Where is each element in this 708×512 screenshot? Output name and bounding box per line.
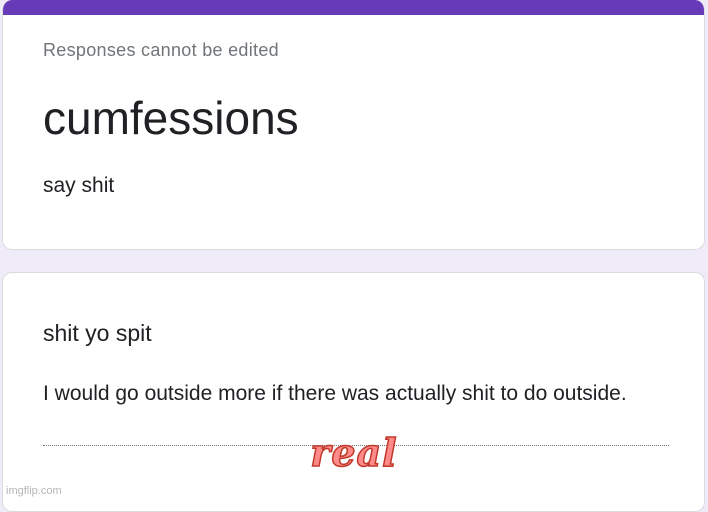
theme-accent-bar	[3, 0, 704, 15]
answer-field[interactable]: I would go outside more if there was act…	[43, 379, 669, 413]
question-card: shit yo spit I would go outside more if …	[2, 272, 705, 512]
page: { "form": { "notice": "Responses cannot …	[0, 0, 708, 512]
form-description: say shit	[43, 174, 115, 197]
answer-underline	[43, 445, 669, 446]
responses-notice: Responses cannot be edited	[43, 40, 279, 60]
form-header-card: Responses cannot be edited cumfessions s…	[2, 0, 705, 250]
form-title: cumfessions	[43, 92, 299, 144]
imgflip-watermark: imgflip.com	[6, 485, 62, 497]
question-title: shit yo spit	[43, 320, 152, 346]
